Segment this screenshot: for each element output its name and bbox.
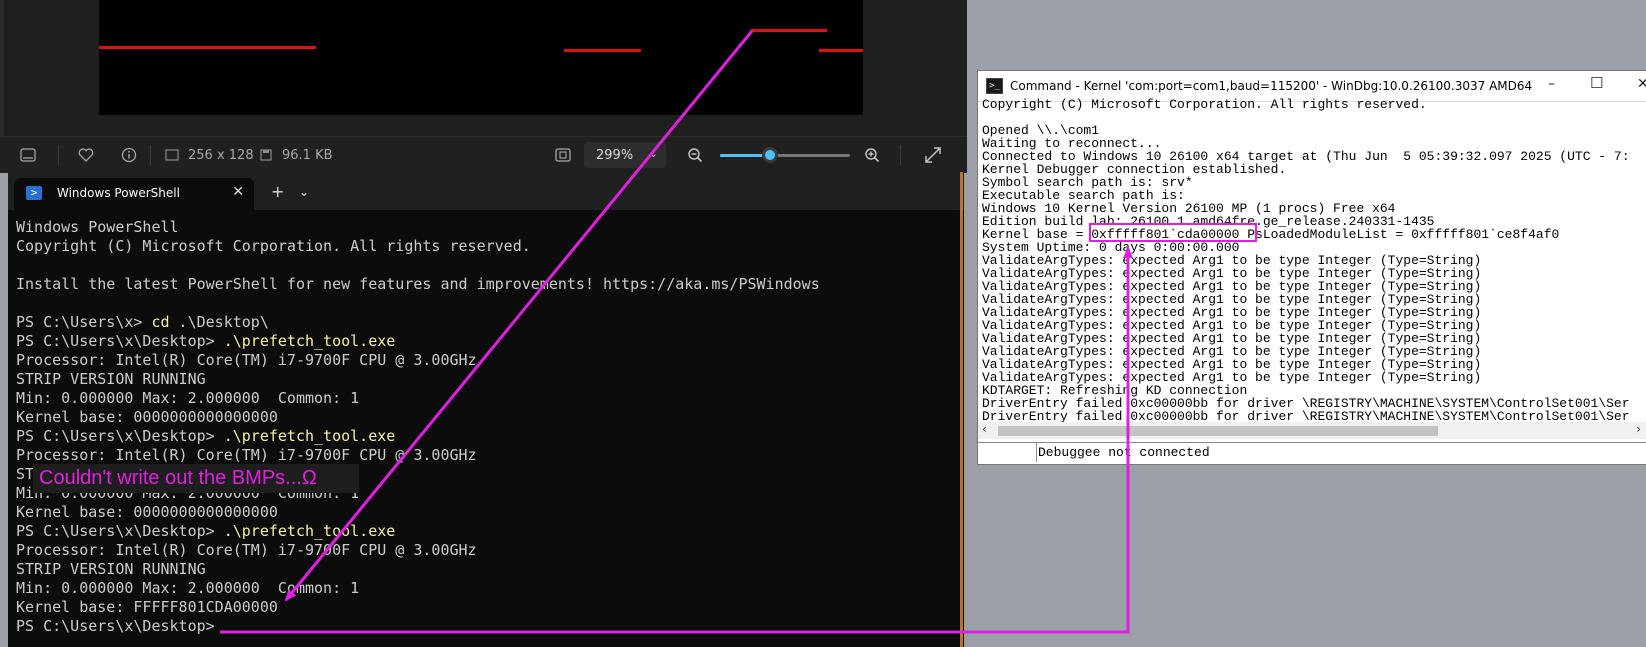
image-canvas	[99, 0, 863, 115]
terminal-focus-border	[960, 172, 963, 647]
viewer-toolbar: 256 x 128 96.1 KB 299% ⌄	[0, 136, 967, 173]
tab-title: Windows PowerShell	[57, 186, 180, 200]
terminal-line: Processor: Intel(R) Core(TM) i7-9700F CP…	[16, 351, 477, 369]
scroll-left-arrow-icon[interactable]: ‹	[982, 422, 987, 436]
favorite-heart-icon[interactable]	[78, 137, 94, 173]
tab-windows-powershell[interactable]: > Windows PowerShell ✕	[14, 178, 254, 210]
debugger-output[interactable]: Copyright (C) Microsoft Corporation. All…	[982, 98, 1646, 428]
terminal-line: STRIP VERSION RUNNING	[16, 560, 206, 578]
powershell-icon: >	[26, 186, 42, 200]
horizontal-scrollbar[interactable]: ‹ ›	[978, 422, 1646, 439]
terminal-line: PS C:\Users\x\Desktop> .\prefetch_tool.e…	[16, 522, 956, 541]
terminal-command: .\prefetch_tool.exe	[223, 427, 396, 445]
terminal-command: .\prefetch_tool.exe	[223, 332, 396, 350]
terminal-line: Min: 0.000000 Max: 2.000000 Common: 1	[16, 579, 360, 597]
chevron-down-icon[interactable]: ⌄	[299, 185, 309, 199]
file-size: 96.1 KB	[282, 147, 333, 163]
dimensions-icon	[165, 137, 179, 173]
debuggee-status[interactable]: Debuggee not connected	[1038, 445, 1210, 460]
command-window-icon: >_	[986, 78, 1003, 94]
scrollbar-thumb[interactable]	[998, 426, 1438, 436]
signal-line	[751, 29, 827, 32]
annotation-callout: Couldn't write out the BMPs...Ω	[33, 464, 359, 493]
terminal-prompt: PS C:\Users\x>	[16, 313, 152, 331]
fullscreen-expand-icon[interactable]	[925, 137, 941, 173]
terminal-line: PS C:\Users\x> cd .\Desktop\	[16, 313, 956, 332]
windbg-command-window[interactable]: >_ Command - Kernel 'com:port=com1,baud=…	[977, 70, 1646, 465]
terminal-tab-bar: > Windows PowerShell ✕ + ⌄	[8, 172, 964, 210]
toolbar-divider	[58, 145, 59, 165]
maximize-icon[interactable]: ☐	[1590, 74, 1603, 92]
terminal-line: PS C:\Users\x\Desktop> .\prefetch_tool.e…	[16, 427, 956, 446]
info-icon[interactable]	[121, 137, 137, 173]
command-input-row[interactable]: Debuggee not connected	[978, 442, 1646, 463]
signal-line	[99, 46, 316, 49]
terminal-prompt: PS C:\Users\x\Desktop>	[16, 427, 224, 445]
fit-to-window-icon[interactable]	[555, 137, 571, 173]
image-viewer: 256 x 128 96.1 KB 299% ⌄	[0, 0, 967, 173]
signal-line	[819, 49, 863, 52]
terminal-line: PS C:\Users\x\Desktop> .\prefetch_tool.e…	[16, 332, 956, 351]
powershell-terminal[interactable]: > Windows PowerShell ✕ + ⌄ Windows Power…	[8, 172, 964, 647]
toolbar-divider	[150, 145, 151, 165]
close-icon[interactable]: ✕	[1637, 76, 1646, 92]
toolbar-divider	[900, 145, 901, 165]
terminal-line: Copyright (C) Microsoft Corporation. All…	[16, 237, 531, 255]
terminal-line: Processor: Intel(R) Core(TM) i7-9700F CP…	[16, 446, 477, 464]
terminal-output[interactable]: Windows PowerShell Copyright (C) Microsof…	[16, 218, 956, 636]
save-disk-icon	[260, 137, 272, 173]
zoom-dropdown[interactable]: 299% ⌄	[584, 142, 666, 168]
signal-line	[564, 49, 641, 52]
terminal-line: Processor: Intel(R) Core(TM) i7-9700F CP…	[16, 541, 477, 559]
terminal-line: Kernel base: 0000000000000000	[16, 503, 278, 521]
terminal-command-arg: .\Desktop\	[169, 313, 269, 331]
new-tab-plus-icon[interactable]: +	[271, 182, 284, 201]
terminal-line: Kernel base: FFFFF801CDA00000	[16, 598, 278, 616]
zoom-value: 299%	[596, 147, 634, 163]
filmstrip-icon[interactable]	[20, 137, 36, 173]
command-prompt-area	[978, 443, 1037, 462]
terminal-command: .\prefetch_tool.exe	[223, 522, 396, 540]
chevron-down-icon: ⌄	[648, 147, 658, 160]
kernel-base-highlight-box	[1089, 223, 1257, 242]
debugger-output-line: Copyright (C) Microsoft Corporation. All…	[982, 98, 1427, 112]
zoom-slider-thumb[interactable]	[762, 147, 778, 163]
minimize-icon[interactable]: –	[1548, 76, 1555, 92]
zoom-out-icon[interactable]	[687, 137, 703, 173]
terminal-line: Install the latest PowerShell for new fe…	[16, 275, 820, 293]
terminal-line: Min: 0.000000 Max: 2.000000 Common: 1	[16, 389, 360, 407]
terminal-line: PS C:\Users\x\Desktop>	[16, 617, 224, 635]
terminal-line: Windows PowerShell	[16, 218, 179, 236]
terminal-line: STRIP VERSION RUNNING	[16, 370, 206, 388]
terminal-prompt: PS C:\Users\x\Desktop>	[16, 522, 224, 540]
image-dimensions: 256 x 128	[188, 147, 254, 163]
terminal-prompt: PS C:\Users\x\Desktop>	[16, 332, 224, 350]
terminal-command: cd	[151, 313, 170, 331]
terminal-line: Kernel base: 0000000000000000	[16, 408, 278, 426]
window-title: Command - Kernel 'com:port=com1,baud=115…	[1010, 79, 1533, 93]
close-icon[interactable]: ✕	[232, 184, 244, 200]
scroll-right-arrow-icon[interactable]: ›	[1636, 422, 1641, 436]
zoom-in-icon[interactable]	[864, 137, 880, 173]
